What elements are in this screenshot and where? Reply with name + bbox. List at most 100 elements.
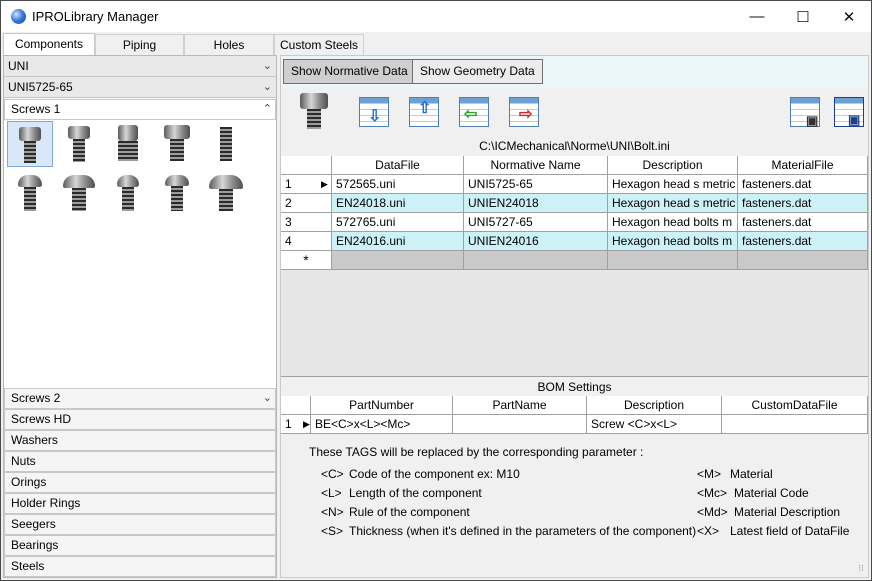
cell-normative-name[interactable]: UNIEN24016: [464, 232, 608, 251]
component-browser: UNI ⌄ UNI5725-65 ⌄ Screws 1 ⌃ Screws 2 ⌄…: [3, 55, 277, 578]
maximize-button[interactable]: ☐: [780, 1, 826, 32]
chevron-up-icon: ⌃: [262, 103, 272, 115]
thumb-dome-head-bolt[interactable]: [203, 171, 249, 217]
thumb-hex-bolt-long[interactable]: [56, 121, 102, 167]
normative-data-grid: DataFile Normative Name Description Mate…: [281, 156, 868, 376]
resize-grip-icon[interactable]: ⁝⁝: [858, 563, 864, 574]
bom-cell-partname[interactable]: [453, 415, 587, 434]
bom-col-customdatafile[interactable]: CustomDataFile: [722, 396, 868, 415]
cell-datafile[interactable]: 572765.uni: [332, 213, 464, 232]
bom-header-row: PartNumber PartName Description CustomDa…: [281, 396, 868, 415]
row-header-corner: [281, 156, 332, 175]
cell-description[interactable]: Hexagon head bolts m: [608, 213, 738, 232]
thumb-set-screw[interactable]: [203, 121, 249, 167]
cell-datafile[interactable]: EN24018.uni: [332, 194, 464, 213]
thumb-round-head-bolt[interactable]: [7, 171, 53, 217]
row-number[interactable]: 3: [281, 213, 332, 232]
close-button[interactable]: ✕: [826, 1, 872, 32]
col-header-description[interactable]: Description: [608, 156, 738, 175]
row-number-text: 1: [285, 177, 292, 191]
bom-col-description[interactable]: Description: [587, 396, 722, 415]
cell-materialfile[interactable]: fasteners.dat: [738, 194, 868, 213]
tab-holes[interactable]: Holes: [184, 34, 274, 56]
bom-settings-title: BOM Settings: [281, 376, 868, 396]
new-cell-materialfile[interactable]: [738, 251, 868, 270]
bom-col-partname[interactable]: PartName: [453, 396, 587, 415]
move-row-up-icon[interactable]: ⇧: [409, 97, 441, 129]
new-cell-normative-name[interactable]: [464, 251, 608, 270]
save-as-icon[interactable]: ▣: [834, 97, 866, 129]
tab-custom-steels[interactable]: Custom Steels: [274, 34, 364, 56]
bom-col-partnumber[interactable]: PartNumber: [311, 396, 453, 415]
import-rows-icon[interactable]: ⇦: [459, 97, 491, 129]
insert-row-icon[interactable]: ⇩: [359, 97, 391, 129]
thumb-cup-head-bolt[interactable]: [105, 171, 151, 217]
group-steels[interactable]: Steels: [4, 556, 276, 577]
thumb-socket-cap-screw[interactable]: [105, 121, 151, 167]
group-nuts[interactable]: Nuts: [4, 451, 276, 472]
cell-datafile[interactable]: EN24016.uni: [332, 232, 464, 251]
tag-length-desc: Length of the component: [349, 486, 482, 500]
col-header-datafile[interactable]: DataFile: [332, 156, 464, 175]
app-window: IPROLibrary Manager — ☐ ✕ Components Pip…: [0, 0, 872, 581]
cell-normative-name[interactable]: UNIEN24018: [464, 194, 608, 213]
table-row[interactable]: 4 EN24016.uni UNIEN24016 Hexagon head bo…: [281, 232, 868, 251]
table-row[interactable]: 3 572765.uni UNI5727-65 Hexagon head bol…: [281, 213, 868, 232]
group-screws-hd[interactable]: Screws HD: [4, 409, 276, 430]
group-bearings[interactable]: Bearings: [4, 535, 276, 556]
row-number[interactable]: 4: [281, 232, 332, 251]
delete-row-icon[interactable]: ⇨: [509, 97, 541, 129]
chevron-down-icon: ⌄: [262, 81, 272, 93]
show-geometry-data-button[interactable]: Show Geometry Data: [412, 59, 543, 84]
save-table-icon[interactable]: ▣: [790, 97, 822, 129]
new-cell-datafile[interactable]: [332, 251, 464, 270]
tag-material-code-desc: Material Code: [734, 486, 809, 500]
cell-datafile[interactable]: 572565.uni: [332, 175, 464, 194]
group-screws-2[interactable]: Screws 2 ⌄: [4, 388, 276, 409]
thumb-hex-head-bolt[interactable]: [7, 121, 53, 167]
cell-description[interactable]: Hexagon head s metric: [608, 175, 738, 194]
row-number[interactable]: 1 ▶: [281, 175, 332, 194]
group-seegers[interactable]: Seegers: [4, 514, 276, 535]
current-row-arrow-icon: ▶: [321, 179, 328, 189]
bom-row-number[interactable]: 1 ▶: [281, 415, 311, 434]
col-header-materialfile[interactable]: MaterialFile: [738, 156, 868, 175]
cell-normative-name[interactable]: UNI5727-65: [464, 213, 608, 232]
bom-cell-partnumber[interactable]: BE<C>x<L><Mc>: [311, 415, 453, 434]
cell-materialfile[interactable]: fasteners.dat: [738, 213, 868, 232]
thumb-carriage-bolt[interactable]: [154, 171, 200, 217]
cell-description[interactable]: Hexagon head bolts m: [608, 232, 738, 251]
new-cell-description[interactable]: [608, 251, 738, 270]
chevron-down-icon: ⌄: [262, 392, 272, 404]
show-normative-data-button[interactable]: Show Normative Data: [283, 59, 416, 84]
minimize-button[interactable]: —: [734, 1, 780, 32]
norm-combo[interactable]: UNI5725-65 ⌄: [4, 77, 276, 98]
group-screws-1[interactable]: Screws 1 ⌃: [4, 99, 276, 120]
tab-piping[interactable]: Piping: [95, 34, 184, 56]
bom-cell-description[interactable]: Screw <C>x<L>: [587, 415, 722, 434]
standard-combo[interactable]: UNI ⌄: [4, 56, 276, 77]
group-holder-rings[interactable]: Holder Rings: [4, 493, 276, 514]
tab-components[interactable]: Components: [3, 33, 95, 56]
group-washers[interactable]: Washers: [4, 430, 276, 451]
bom-row-number-text: 1: [285, 417, 292, 431]
new-row[interactable]: *: [281, 251, 868, 270]
group-orings[interactable]: Orings: [4, 472, 276, 493]
table-row[interactable]: 2 EN24018.uni UNIEN24018 Hexagon head s …: [281, 194, 868, 213]
bom-cell-customdatafile[interactable]: [722, 415, 868, 434]
thumb-flange-bolt[interactable]: [154, 121, 200, 167]
table-row[interactable]: 1 ▶ 572565.uni UNI5725-65 Hexagon head s…: [281, 175, 868, 194]
cell-materialfile[interactable]: fasteners.dat: [738, 232, 868, 251]
title-bar: IPROLibrary Manager — ☐ ✕: [1, 1, 871, 32]
cell-materialfile[interactable]: fasteners.dat: [738, 175, 868, 194]
component-thumbnails: [4, 121, 276, 387]
tag-material-code: <Mc>: [697, 486, 728, 500]
bom-row[interactable]: 1 ▶ BE<C>x<L><Mc> Screw <C>x<L>: [281, 415, 868, 434]
col-header-normative-name[interactable]: Normative Name: [464, 156, 608, 175]
row-number[interactable]: 2: [281, 194, 332, 213]
bom-row-header-corner: [281, 396, 311, 415]
ini-file-path: C:\ICMechanical\Norme\UNI\Bolt.ini: [281, 136, 868, 156]
cell-description[interactable]: Hexagon head s metric: [608, 194, 738, 213]
thumb-mushroom-head-bolt[interactable]: [56, 171, 102, 217]
cell-normative-name[interactable]: UNI5725-65: [464, 175, 608, 194]
